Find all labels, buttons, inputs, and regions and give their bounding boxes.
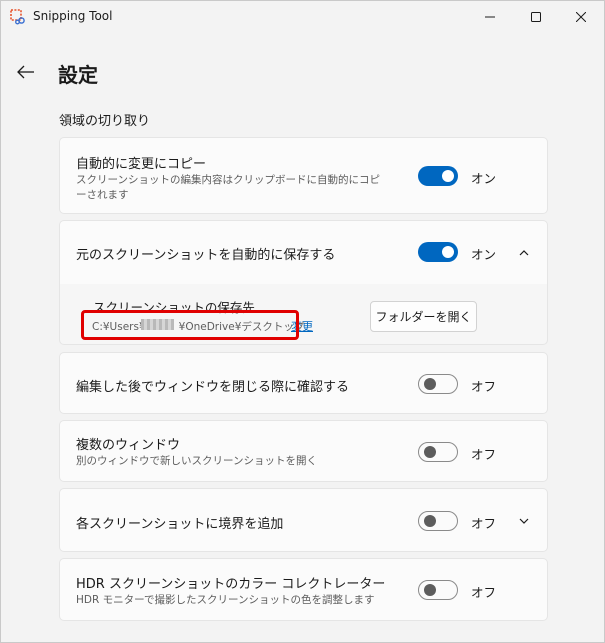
multi-window-desc: 別のウィンドウで新しいスクリーンショットを開く: [76, 455, 317, 467]
minimize-button[interactable]: [467, 1, 513, 33]
confirm-close-toggle[interactable]: [418, 374, 458, 394]
add-border-toggle[interactable]: [418, 511, 458, 531]
snipping-tool-window: Snipping Tool 設定 領域の切り取り 自動的に変更にコピー スクリー…: [0, 0, 605, 643]
toggle-knob: [424, 446, 436, 458]
minimize-icon: [485, 16, 495, 18]
toggle-knob: [442, 170, 454, 182]
setting-auto-save[interactable]: 元のスクリーンショットを自動的に保存する オン: [59, 220, 548, 285]
add-border-title: 各スクリーンショットに境界を追加: [76, 517, 284, 532]
toggle-knob: [424, 378, 436, 390]
hdr-desc: HDR モニターで撮影したスクリーンショットの色を調整します: [76, 594, 375, 606]
back-button[interactable]: [11, 57, 41, 87]
multi-window-state: オフ: [471, 447, 497, 462]
multi-window-toggle[interactable]: [418, 442, 458, 462]
back-arrow-icon: [17, 65, 34, 79]
chevron-up-icon[interactable]: [516, 245, 532, 261]
setting-hdr-color: HDR スクリーンショットのカラー コレクトレーター HDR モニターで撮影した…: [59, 558, 548, 621]
hdr-title: HDR スクリーンショットのカラー コレクトレーター: [76, 577, 386, 592]
close-button[interactable]: [558, 1, 604, 33]
auto-copy-toggle[interactable]: [418, 166, 458, 186]
setting-confirm-close: 編集した後でウィンドウを閉じる際に確認する オフ: [59, 352, 548, 414]
multi-window-title: 複数のウィンドウ: [76, 438, 181, 453]
close-icon: [576, 12, 586, 22]
setting-multi-window: 複数のウィンドウ 別のウィンドウで新しいスクリーンショットを開く オフ: [59, 420, 548, 482]
auto-copy-desc: スクリーンショットの編集内容はクリップボードに自動的にコピーされます: [76, 174, 380, 201]
toggle-knob: [424, 584, 436, 596]
chevron-down-icon[interactable]: [516, 513, 532, 529]
auto-copy-title: 自動的に変更にコピー: [76, 157, 207, 172]
hdr-toggle[interactable]: [418, 580, 458, 600]
setting-auto-copy: 自動的に変更にコピー スクリーンショットの編集内容はクリップボードに自動的にコピ…: [59, 137, 548, 214]
title-bar: Snipping Tool: [1, 1, 604, 33]
auto-copy-state: オン: [471, 171, 497, 186]
app-title: Snipping Tool: [33, 9, 113, 23]
page-title: 設定: [58, 63, 98, 87]
open-folder-button[interactable]: フォルダーを開く: [370, 301, 477, 332]
auto-save-title: 元のスクリーンショットを自動的に保存する: [76, 248, 336, 263]
add-border-state: オフ: [471, 516, 497, 531]
highlight-annotation: [81, 310, 299, 340]
hdr-state: オフ: [471, 585, 497, 600]
toggle-knob: [424, 515, 436, 527]
section-label: 領域の切り取り: [59, 114, 151, 129]
auto-save-toggle[interactable]: [418, 242, 458, 262]
auto-save-state: オン: [471, 247, 497, 262]
setting-add-border[interactable]: 各スクリーンショットに境界を追加 オフ: [59, 488, 548, 552]
snipping-tool-app-icon: [10, 9, 26, 25]
toggle-knob: [442, 246, 454, 258]
confirm-close-state: オフ: [471, 379, 497, 394]
maximize-icon: [531, 12, 541, 22]
maximize-button[interactable]: [513, 1, 559, 33]
confirm-close-title: 編集した後でウィンドウを閉じる際に確認する: [76, 380, 350, 395]
